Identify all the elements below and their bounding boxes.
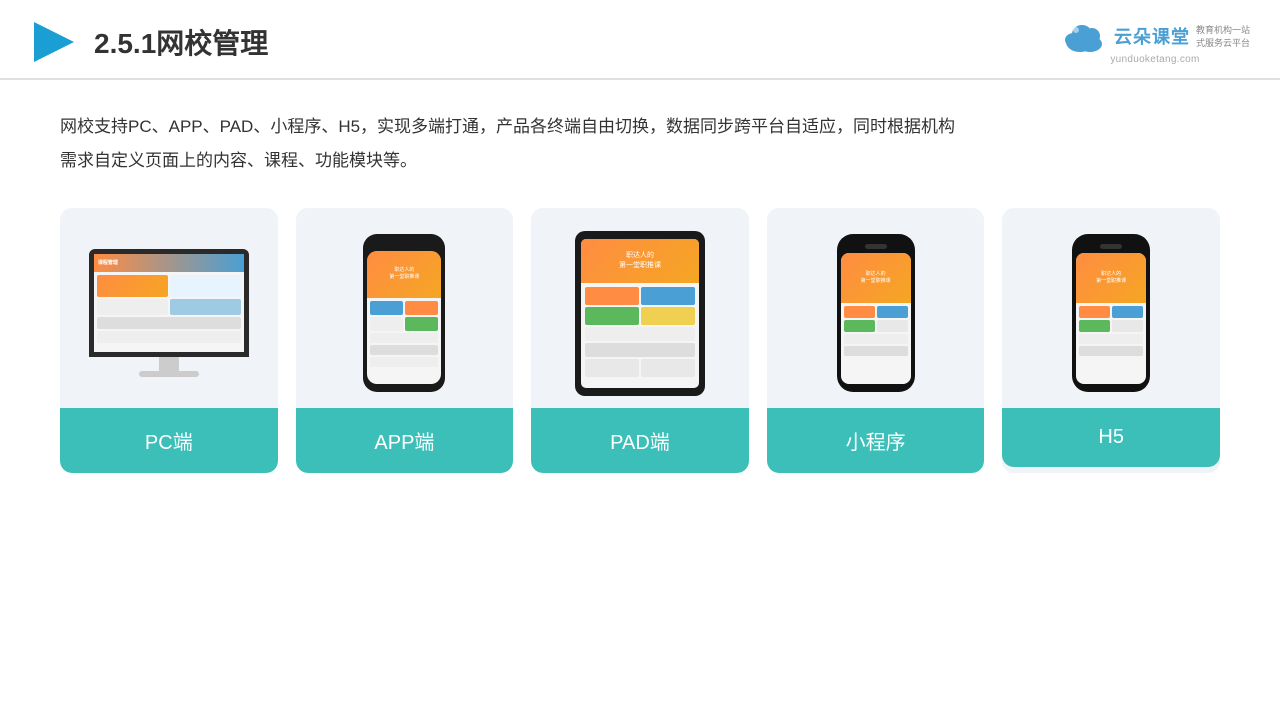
- mini-phone-frame: 职达人的第一堂职推课: [837, 234, 915, 392]
- phone-screen: 职达人的第一堂职推课: [367, 251, 441, 384]
- card-pc-image: 课程管理: [60, 208, 278, 408]
- h5-header-text: 职达人的第一堂职推课: [1096, 271, 1126, 285]
- h5-phone-notch: [1100, 244, 1122, 249]
- tablet-block-5: [585, 359, 639, 377]
- h5-block-3: [1079, 320, 1110, 332]
- card-mini-image: 职达人的第一堂职推课: [767, 208, 985, 408]
- card-app: 职达人的第一堂职推课 APP端: [296, 208, 514, 473]
- h5-phone-frame: 职达人的第一堂职推课: [1072, 234, 1150, 392]
- logo-url: yunduoketang.com: [1110, 54, 1199, 65]
- card-h5-label: H5: [1002, 408, 1220, 467]
- h5-screen-body: [1076, 303, 1146, 359]
- card-h5: 职达人的第一堂职推课 H5: [1002, 208, 1220, 473]
- logo-cloud: 云朵课堂 教育机构一站 式服务云平台: [1060, 20, 1250, 52]
- pc-monitor: 课程管理: [89, 249, 249, 377]
- phone-block-1: [370, 301, 403, 315]
- tablet-screen-header: 职达人的第一堂职推课: [581, 239, 699, 284]
- tablet-header-text: 职达人的第一堂职推课: [619, 251, 661, 271]
- cloud-icon: [1060, 20, 1108, 52]
- logo-area: 云朵课堂 教育机构一站 式服务云平台 yunduoketang.com: [1060, 20, 1250, 65]
- cards-container: 课程管理: [60, 208, 1220, 473]
- page-header: 2.5.1网校管理 云朵课堂 教育机构一站 式服务云平台 yunduoketan…: [0, 0, 1280, 80]
- mini-phone-notch: [865, 244, 887, 249]
- main-content: 网校支持PC、APP、PAD、小程序、H5，实现多端打通，产品各终端自由切换，数…: [0, 80, 1280, 493]
- phone-block-4: [405, 317, 438, 331]
- card-pad-image: 职达人的第一堂职推课: [531, 208, 749, 408]
- page-title: 2.5.1网校管理: [94, 22, 268, 62]
- card-app-label: APP端: [296, 408, 514, 473]
- logo-text: 云朵课堂: [1114, 23, 1190, 49]
- tablet-frame: 职达人的第一堂职推课: [575, 231, 705, 396]
- play-icon: [30, 18, 78, 66]
- phone-screen-body: [367, 298, 441, 370]
- phone-screen-header: 职达人的第一堂职推课: [367, 251, 441, 298]
- tablet-block-3: [585, 307, 639, 325]
- card-mini: 职达人的第一堂职推课 小程序: [767, 208, 985, 473]
- mini-screen-body: [841, 303, 911, 359]
- tablet-block-2: [641, 287, 695, 305]
- card-mini-label: 小程序: [767, 408, 985, 473]
- mini-phone-screen: 职达人的第一堂职推课: [841, 253, 911, 384]
- card-pc: 课程管理: [60, 208, 278, 473]
- card-app-image: 职达人的第一堂职推课: [296, 208, 514, 408]
- h5-block-4: [1112, 320, 1143, 332]
- monitor-screen: 课程管理: [94, 254, 244, 352]
- card-pc-label: PC端: [60, 408, 278, 473]
- card-pad: 职达人的第一堂职推课: [531, 208, 749, 473]
- phone-block-2: [405, 301, 438, 315]
- mini-block-4: [877, 320, 908, 332]
- monitor-frame: 课程管理: [89, 249, 249, 357]
- h5-block-1: [1079, 306, 1110, 318]
- monitor-neck: [159, 357, 179, 371]
- mini-block-3: [844, 320, 875, 332]
- tablet-block-1: [585, 287, 639, 305]
- card-h5-image: 职达人的第一堂职推课: [1002, 208, 1220, 408]
- phone-block-3: [370, 317, 403, 331]
- card-pad-label: PAD端: [531, 408, 749, 473]
- phone-header-text: 职达人的第一堂职推课: [389, 267, 419, 281]
- logo-tagline: 教育机构一站 式服务云平台: [1196, 23, 1250, 49]
- app-phone-frame: 职达人的第一堂职推课: [363, 234, 445, 392]
- mini-block-1: [844, 306, 875, 318]
- mini-block-2: [877, 306, 908, 318]
- tablet-block-6: [641, 359, 695, 377]
- tablet-screen-body: [581, 283, 699, 381]
- tablet-block-4: [641, 307, 695, 325]
- tablet-screen: 职达人的第一堂职推课: [581, 239, 699, 388]
- h5-screen-header: 职达人的第一堂职推课: [1076, 253, 1146, 303]
- header-left: 2.5.1网校管理: [30, 18, 268, 66]
- h5-block-2: [1112, 306, 1143, 318]
- mini-screen-header: 职达人的第一堂职推课: [841, 253, 911, 303]
- mini-header-text: 职达人的第一堂职推课: [861, 271, 891, 285]
- description-text: 网校支持PC、APP、PAD、小程序、H5，实现多端打通，产品各终端自由切换，数…: [60, 110, 1220, 178]
- h5-phone-screen: 职达人的第一堂职推课: [1076, 253, 1146, 384]
- phone-notch: [392, 242, 416, 248]
- monitor-base: [139, 371, 199, 377]
